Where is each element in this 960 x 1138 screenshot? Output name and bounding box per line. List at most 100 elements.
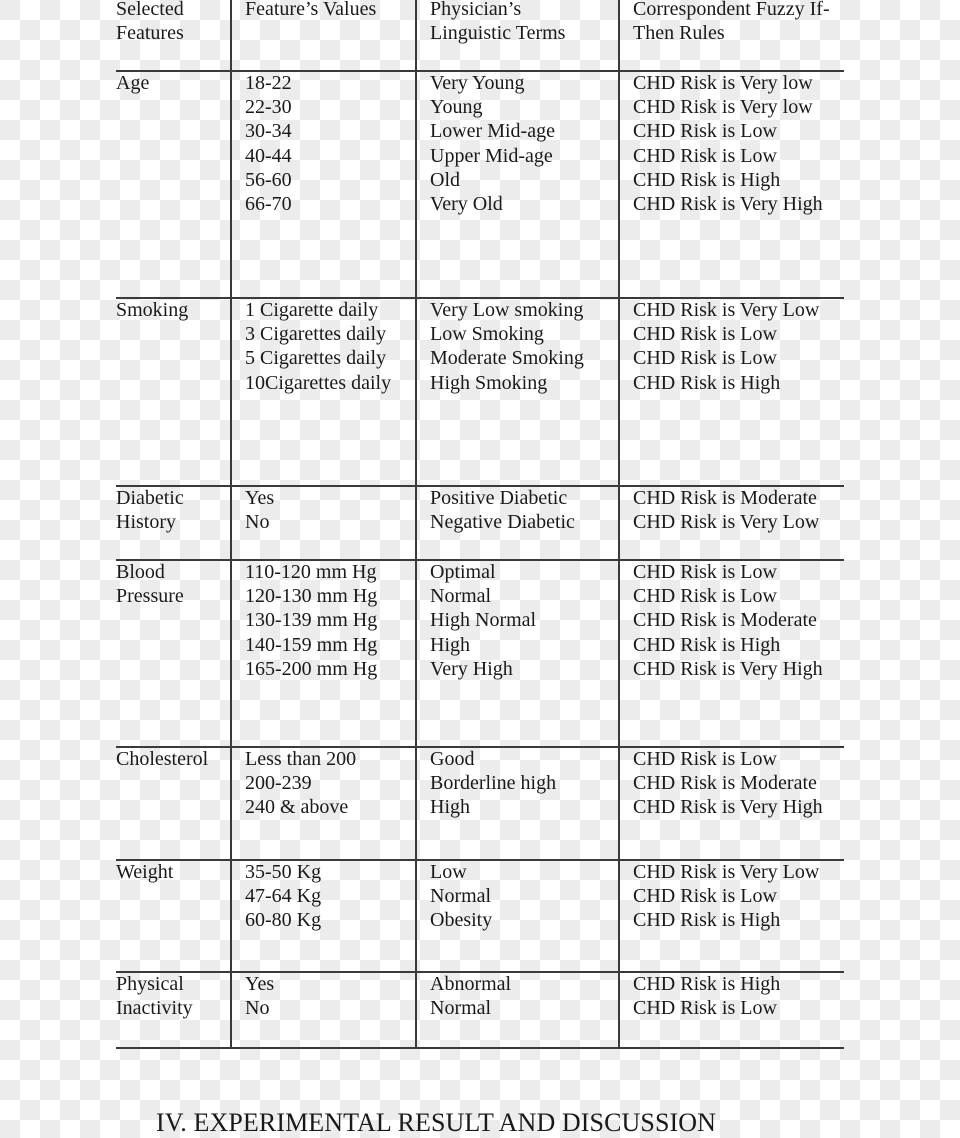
feature-values-cell: Less than 200 200-239 240 & above (245, 747, 356, 820)
fuzzy-rules-cell: CHD Risk is Very Low CHD Risk is Low CHD R… (633, 298, 819, 395)
feature-values-cell-line: 240 & above (245, 796, 349, 819)
fuzzy-rules-cell-line: CHD Risk is Low (633, 144, 777, 167)
feature-values-cell-line: 66-70 (245, 193, 292, 216)
linguistic-terms-cell-line: Normal (430, 885, 492, 908)
linguistic-terms-cell-line: High (430, 633, 470, 656)
feature-values-cell-line: 47-64 Kg (245, 885, 322, 908)
linguistic-terms-cell: Very Young Young Lower Mid-age Upper Mid-ag… (430, 71, 555, 216)
selected-feature-cell: Diabetic History (116, 486, 184, 534)
fuzzy-rules-cell-line: CHD Risk is Very Low (633, 861, 820, 883)
linguistic-terms-cell: Low Normal Obesity (430, 860, 492, 933)
selected-feature-cell: Physical Inactivity (116, 972, 193, 1020)
header-feature-values-line: Feature’s Values (245, 0, 377, 20)
linguistic-terms-cell: Optimal Normal High Normal High Very High (430, 560, 536, 681)
header-fuzzy-rules-line: Then Rules (633, 22, 725, 45)
linguistic-terms-cell-line: Normal (430, 997, 492, 1020)
column-divider (415, 0, 417, 1047)
linguistic-terms-cell-line: Negative Diabetic (430, 511, 575, 534)
linguistic-terms-cell-line: Very High (430, 657, 513, 680)
feature-values-cell-line: 140-159 mm Hg (245, 633, 378, 656)
feature-values-cell-line: 200-239 (245, 772, 312, 795)
header-selected-feature-line: Features (116, 22, 184, 45)
feature-values-cell-line: Less than 200 (245, 748, 357, 770)
feature-values-cell-line: Yes (245, 487, 275, 509)
selected-feature-cell-line: Physical (116, 973, 184, 995)
feature-values-cell-line: 120-130 mm Hg (245, 585, 378, 608)
feature-values-cell-line: 3 Cigarettes daily (245, 323, 387, 346)
fuzzy-rules-cell-line: CHD Risk is Low (633, 748, 777, 770)
fuzzy-rules-cell: CHD Risk is High CHD Risk is Low (633, 972, 780, 1020)
header-fuzzy-rules: Correspondent Fuzzy If- Then Rules (633, 0, 830, 45)
feature-values-cell-line: 5 Cigarettes daily (245, 347, 387, 370)
feature-values-cell-line: 40-44 (245, 144, 292, 167)
feature-values-cell-line: 30-34 (245, 120, 292, 143)
selected-feature-cell-line: Pressure (116, 585, 184, 608)
fuzzy-rules-cell-line: CHD Risk is Low (633, 347, 777, 370)
linguistic-terms-cell-line: Obesity (430, 909, 493, 932)
feature-values-cell: Yes No (245, 972, 274, 1020)
linguistic-terms-cell-line: Good (430, 748, 475, 770)
fuzzy-rules-cell-line: CHD Risk is Moderate (633, 487, 817, 509)
selected-feature-cell-line: Smoking (116, 299, 189, 321)
fuzzy-rules-cell-line: CHD Risk is Moderate (633, 609, 817, 632)
feature-values-cell-line: 110-120 mm Hg (245, 561, 377, 583)
feature-values-cell: 18-22 22-30 30-34 40-44 56-60 66-70 (245, 71, 292, 216)
fuzzy-rules-cell-line: CHD Risk is Low (633, 561, 777, 583)
linguistic-terms-cell-line: Lower Mid-age (430, 120, 555, 143)
selected-feature-cell-line: Cholesterol (116, 748, 209, 770)
feature-values-cell-line: 1 Cigarette daily (245, 299, 379, 321)
linguistic-terms-cell: Abnormal Normal (430, 972, 511, 1020)
linguistic-terms-cell-line: High (430, 796, 470, 819)
selected-feature-cell-line: Inactivity (116, 997, 193, 1020)
fuzzy-rules-cell-line: CHD Risk is High (633, 633, 781, 656)
selected-feature-cell: Blood Pressure (116, 560, 184, 608)
fuzzy-rules-cell: CHD Risk is Low CHD Risk is Low CHD Risk i… (633, 560, 823, 681)
feature-values-cell-line: 10Cigarettes daily (245, 371, 392, 394)
selected-feature-cell: Age (116, 71, 149, 95)
header-linguistic-terms: Physician’s Linguistic Terms (430, 0, 565, 45)
feature-values-cell-line: 18-22 (245, 72, 292, 94)
linguistic-terms-cell-line: Borderline high (430, 772, 557, 795)
linguistic-terms-cell-line: Young (430, 96, 483, 119)
linguistic-terms-cell-line: Positive Diabetic (430, 487, 568, 509)
header-linguistic-terms-line: Physician’s (430, 0, 522, 20)
linguistic-terms-cell-line: High Smoking (430, 371, 548, 394)
linguistic-terms-cell-line: High Normal (430, 609, 537, 632)
feature-values-cell-line: No (245, 511, 270, 534)
linguistic-terms-cell: Good Borderline high High (430, 747, 556, 820)
fuzzy-rules-cell-line: CHD Risk is Very low (633, 96, 813, 119)
selected-feature-cell-line: Blood (116, 561, 165, 583)
feature-values-cell: 1 Cigarette daily 3 Cigarettes daily 5 Cig… (245, 298, 391, 395)
selected-feature-cell-line: Age (116, 72, 150, 94)
fuzzy-rules-cell-line: CHD Risk is Low (633, 120, 777, 143)
selected-feature-cell: Smoking (116, 298, 188, 322)
header-feature-values: Feature’s Values (245, 0, 376, 21)
fuzzy-rules-cell-line: CHD Risk is Moderate (633, 772, 817, 795)
linguistic-terms-cell-line: Optimal (430, 561, 496, 583)
feature-values-cell-line: 60-80 Kg (245, 909, 322, 932)
feature-values-cell-line: 56-60 (245, 168, 292, 191)
fuzzy-rules-cell-line: CHD Risk is High (633, 973, 781, 995)
selected-feature-cell-line: Diabetic (116, 487, 184, 509)
fuzzy-rules-cell: CHD Risk is Low CHD Risk is Moderate CHD R… (633, 747, 823, 820)
feature-values-cell: Yes No (245, 486, 274, 534)
linguistic-terms-cell-line: Low (430, 861, 467, 883)
linguistic-terms-cell-line: Very Old (430, 193, 503, 216)
header-fuzzy-rules-line: Correspondent Fuzzy If- (633, 0, 830, 20)
fuzzy-rules-cell-line: CHD Risk is Very High (633, 657, 823, 680)
selected-feature-cell: Weight (116, 860, 173, 884)
linguistic-terms-cell-line: Normal (430, 585, 492, 608)
feature-values-cell-line: Yes (245, 973, 275, 995)
fuzzy-rules-cell-line: CHD Risk is High (633, 168, 781, 191)
fuzzy-rules-cell-line: CHD Risk is Very High (633, 796, 823, 819)
section-heading: IV. EXPERIMENTAL RESULT AND DISCUSSION (156, 1108, 717, 1137)
fuzzy-rules-cell: CHD Risk is Moderate CHD Risk is Very Low (633, 486, 819, 534)
header-selected-feature: Selected Features (116, 0, 184, 45)
fuzzy-rules-cell-line: CHD Risk is Low (633, 997, 777, 1020)
selected-feature-cell-line: History (116, 511, 176, 534)
feature-values-cell-line: 130-139 mm Hg (245, 609, 378, 632)
fuzzy-rules-cell-line: CHD Risk is Very Low (633, 511, 820, 534)
selected-feature-cell: Cholesterol (116, 747, 208, 771)
feature-values-cell-line: No (245, 997, 270, 1020)
linguistic-terms-cell-line: Old (430, 168, 460, 191)
